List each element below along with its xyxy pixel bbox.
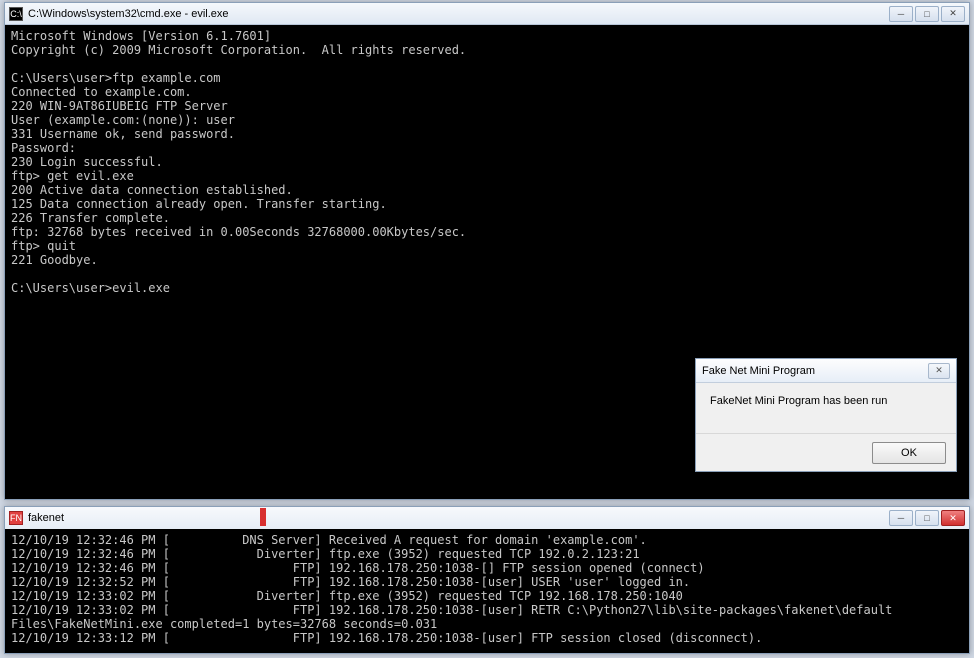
fakenet-terminal-output: 12/10/19 12:32:46 PM [ DNS Server] Recei…	[5, 529, 969, 653]
fakenet-title: fakenet	[28, 512, 889, 524]
maximize-button[interactable]: □	[915, 6, 939, 22]
maximize-button[interactable]: □	[915, 510, 939, 526]
dialog-titlebar[interactable]: Fake Net Mini Program ✕	[696, 359, 956, 383]
dialog-footer: OK	[696, 433, 956, 471]
close-icon[interactable]: ✕	[928, 363, 950, 379]
cmd-titlebar[interactable]: C:\ C:\Windows\system32\cmd.exe - evil.e…	[5, 3, 969, 25]
close-button[interactable]: ✕	[941, 510, 965, 526]
fakenet-window: FN fakenet ─ □ ✕ 12/10/19 12:32:46 PM [ …	[4, 506, 970, 654]
dialog-message: FakeNet Mini Program has been run	[696, 383, 956, 433]
fakenet-titlebar[interactable]: FN fakenet ─ □ ✕	[5, 507, 969, 529]
fakenet-window-controls: ─ □ ✕	[889, 510, 965, 526]
ok-button[interactable]: OK	[872, 442, 946, 464]
minimize-button[interactable]: ─	[889, 6, 913, 22]
close-button[interactable]: ✕	[941, 6, 965, 22]
fakenet-icon: FN	[9, 511, 23, 525]
cmd-title: C:\Windows\system32\cmd.exe - evil.exe	[28, 8, 889, 20]
message-dialog: Fake Net Mini Program ✕ FakeNet Mini Pro…	[695, 358, 957, 472]
dialog-title: Fake Net Mini Program	[702, 365, 928, 377]
minimize-button[interactable]: ─	[889, 510, 913, 526]
cmd-window-controls: ─ □ ✕	[889, 6, 965, 22]
red-indicator-icon	[260, 508, 266, 526]
cmd-icon: C:\	[9, 7, 23, 21]
